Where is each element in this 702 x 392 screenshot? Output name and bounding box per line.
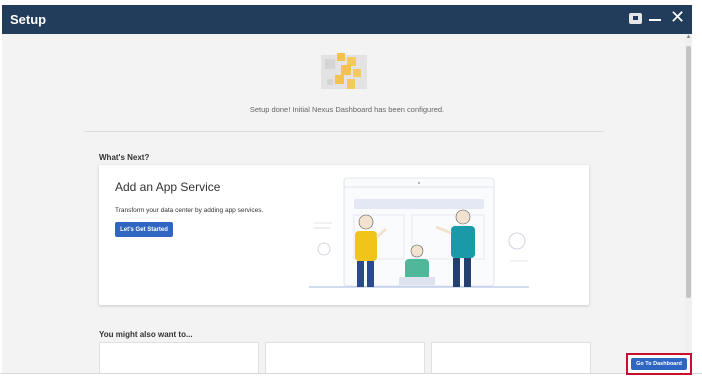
you-might-also-heading: You might also want to...: [99, 330, 193, 339]
suggestion-card[interactable]: [265, 342, 425, 373]
divider: [84, 131, 604, 132]
app-service-card: Add an App Service Transform your data c…: [99, 165, 589, 305]
scroll-thumb[interactable]: [686, 46, 691, 298]
restore-icon[interactable]: [629, 13, 642, 24]
setup-window: Setup ✕ Setup done! Initial Nexus Dashbo…: [2, 5, 692, 373]
title-bar: Setup ✕: [2, 5, 692, 34]
footer-bar: [0, 373, 702, 392]
setup-done-message: Setup done! Initial Nexus Dashboard has …: [249, 105, 445, 114]
vertical-scrollbar[interactable]: ▲ ▼: [685, 34, 692, 373]
card-description: Transform your data center by adding app…: [115, 207, 264, 214]
card-title: Add an App Service: [115, 180, 221, 194]
close-icon[interactable]: ✕: [670, 8, 685, 26]
map-illustration-icon: [321, 53, 367, 89]
window-title: Setup: [10, 12, 47, 27]
lets-get-started-button[interactable]: Let's Get Started: [115, 222, 173, 237]
go-to-dashboard-button[interactable]: Go To Dashboard: [631, 358, 687, 370]
whats-next-heading: What's Next?: [99, 153, 150, 162]
main-content: Setup done! Initial Nexus Dashboard has …: [2, 34, 685, 373]
people-illustration-icon: [309, 177, 529, 288]
go-to-dashboard-highlight: Go To Dashboard: [626, 353, 692, 375]
minimize-icon[interactable]: [649, 19, 661, 21]
scroll-up-icon[interactable]: ▲: [685, 34, 692, 40]
suggestion-card[interactable]: [99, 342, 259, 373]
suggestion-card[interactable]: [431, 342, 591, 373]
